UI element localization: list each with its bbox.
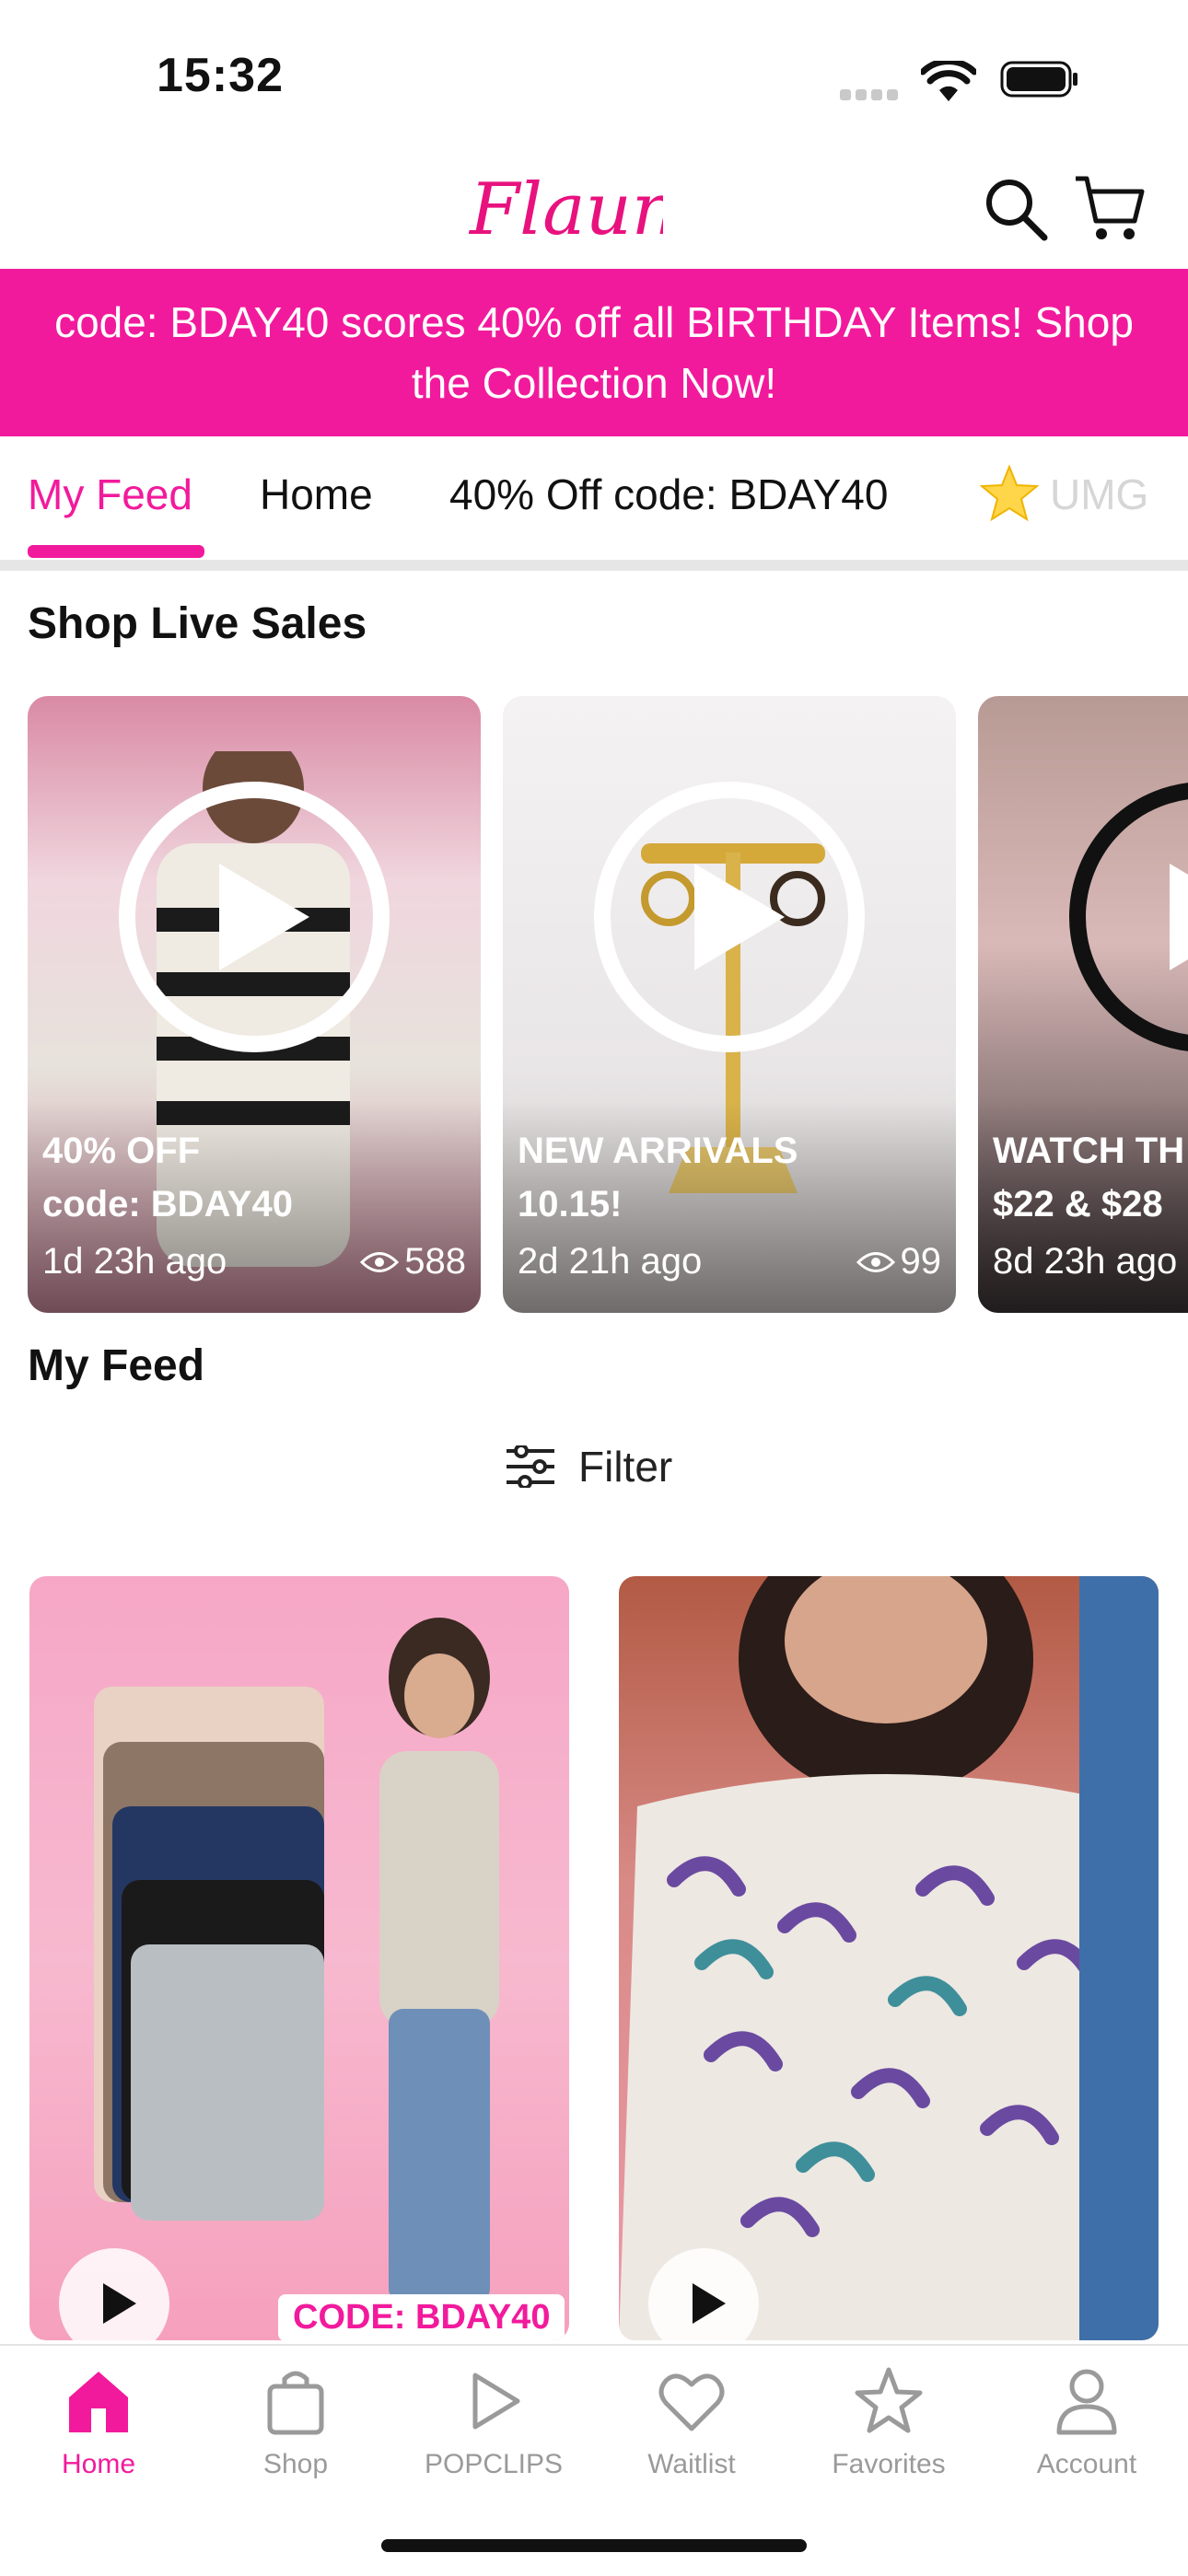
play-button[interactable] — [59, 2248, 169, 2340]
status-time: 15:32 — [157, 49, 284, 102]
wifi-icon — [921, 61, 976, 101]
app-header: Flaunt — [0, 138, 1188, 269]
filter-button[interactable]: Filter — [505, 1442, 672, 1491]
bag-icon — [267, 2371, 324, 2435]
live-card-time: 8d 23h ago — [993, 1241, 1178, 1282]
active-tab-indicator — [28, 545, 204, 558]
model-illustration — [619, 1576, 1159, 2340]
filter-icon — [507, 1445, 554, 1488]
feed-card[interactable] — [619, 1576, 1159, 2340]
feed-card[interactable]: CODE: BDAY40 — [29, 1576, 569, 2340]
tab-my-feed[interactable]: My Feed — [28, 470, 192, 519]
live-card[interactable]: NEW ARRIVALS 10.15! 2d 21h ago 99 — [503, 696, 956, 1313]
live-card-time: 1d 23h ago — [42, 1241, 227, 1282]
play-icon[interactable] — [116, 779, 392, 1055]
play-icon[interactable] — [1066, 779, 1188, 1055]
nav-label: POPCLIPS — [424, 2449, 564, 2479]
live-card-subtitle: $22 & $28 — [993, 1184, 1163, 1224]
eye-icon — [856, 1251, 895, 1272]
tab-umg[interactable]: UMG — [1050, 470, 1148, 519]
tabs-divider — [0, 560, 1188, 571]
live-card-views: 588 — [360, 1241, 466, 1282]
nav-label: Account — [1036, 2449, 1137, 2479]
promo-banner[interactable]: code: BDAY40 scores 40% off all BIRTHDAY… — [0, 269, 1188, 436]
tab-40-off[interactable]: 40% Off code: BDAY40 — [449, 470, 888, 519]
status-bar: 15:32 — [0, 0, 1188, 138]
nav-label: Favorites — [832, 2449, 946, 2479]
heart-icon — [658, 2373, 725, 2431]
home-icon — [69, 2372, 128, 2432]
eye-icon — [360, 1251, 400, 1272]
promo-code-badge: CODE: BDAY40 — [278, 2294, 565, 2340]
views-count: 99 — [900, 1241, 942, 1282]
live-card[interactable]: 40% OFF code: BDAY40 1d 23h ago 588 — [28, 696, 481, 1313]
nav-shop[interactable]: Shop — [222, 2364, 369, 2480]
search-icon[interactable] — [984, 177, 1048, 241]
nav-label: Waitlist — [647, 2449, 736, 2479]
star-emoji-icon — [980, 464, 1039, 522]
tab-home[interactable]: Home — [260, 470, 373, 519]
shirts-illustration — [94, 1687, 324, 2221]
cellular-signal-icon — [840, 88, 903, 105]
nav-home[interactable]: Home — [25, 2364, 172, 2480]
model-illustration — [379, 1618, 499, 2303]
section-title-live: Shop Live Sales — [28, 599, 367, 648]
play-icon — [103, 2283, 136, 2324]
live-card[interactable]: WATCH TH $22 & $28 8d 23h ago — [978, 696, 1188, 1313]
play-button[interactable] — [648, 2248, 759, 2340]
nav-popclips[interactable]: POPCLIPS — [420, 2364, 567, 2480]
home-indicator[interactable] — [381, 2539, 807, 2552]
live-card-subtitle: 10.15! — [518, 1184, 623, 1224]
battery-icon — [1000, 61, 1077, 98]
play-icon — [693, 2283, 726, 2324]
live-card-views: 99 — [856, 1241, 942, 1282]
live-card-time: 2d 21h ago — [518, 1241, 703, 1282]
nav-account[interactable]: Account — [1013, 2364, 1160, 2480]
live-card-title: WATCH TH — [993, 1131, 1185, 1171]
category-tabs: My Feed Home 40% Off code: BDAY40 UMG — [0, 436, 1188, 562]
cart-icon[interactable] — [1074, 171, 1147, 245]
nav-label: Home — [61, 2449, 136, 2479]
person-icon — [1056, 2369, 1117, 2435]
live-card-title: NEW ARRIVALS — [518, 1131, 798, 1171]
play-icon[interactable] — [591, 779, 868, 1055]
nav-favorites[interactable]: Favorites — [815, 2364, 962, 2480]
promo-text: code: BDAY40 scores 40% off all BIRTHDAY… — [54, 298, 1134, 407]
views-count: 588 — [404, 1241, 466, 1282]
section-title-feed: My Feed — [28, 1341, 205, 1390]
live-card-subtitle: code: BDAY40 — [42, 1184, 293, 1224]
flaunt-logo[interactable]: Flaunt — [460, 160, 663, 261]
svg-text:Flaunt: Flaunt — [468, 168, 663, 251]
live-card-title: 40% OFF — [42, 1131, 201, 1171]
nav-label: Shop — [262, 2449, 329, 2479]
star-icon — [855, 2367, 923, 2433]
nav-waitlist[interactable]: Waitlist — [618, 2364, 765, 2480]
filter-label: Filter — [578, 1443, 673, 1491]
play-icon — [472, 2373, 520, 2430]
